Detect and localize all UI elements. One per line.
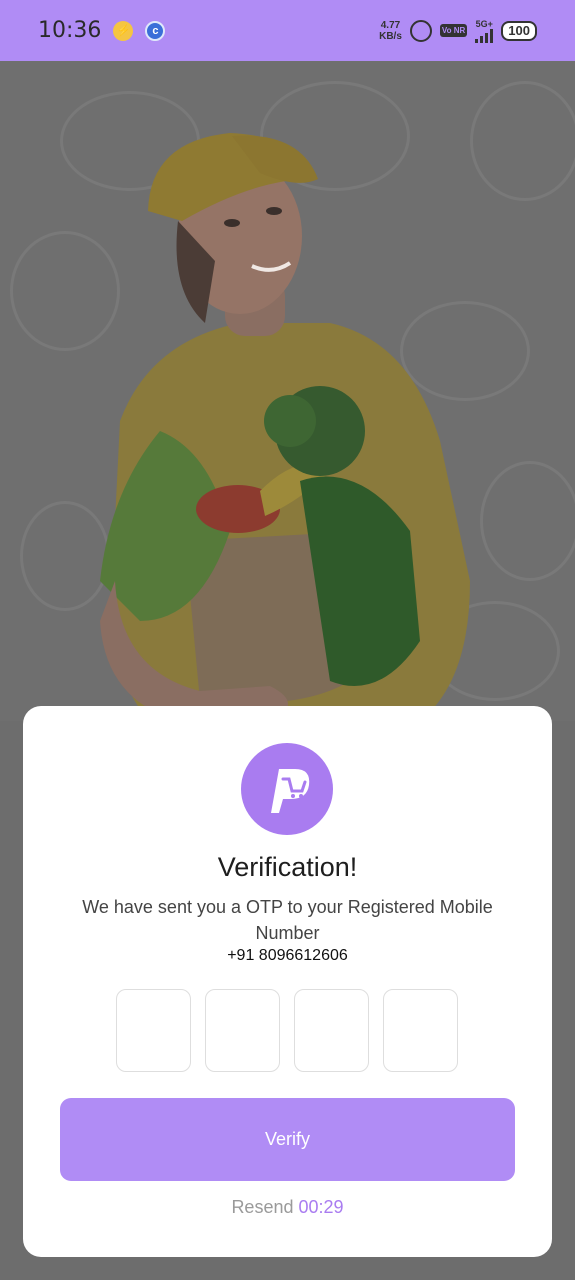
resend-timer: 00:29: [298, 1197, 344, 1217]
signal-bars-icon: [475, 28, 494, 43]
page-title: Verification!: [217, 852, 358, 882]
resend-link[interactable]: Resend: [231, 1197, 293, 1217]
delivery-person-illustration: [100, 133, 471, 721]
otp-digit-2[interactable]: [205, 989, 280, 1072]
signal-indicator: 5G+: [475, 18, 494, 43]
otp-digit-4[interactable]: [383, 989, 458, 1072]
otp-input-group: [116, 989, 458, 1072]
resend-row: Resend 00:29: [23, 1197, 552, 1218]
otp-sent-message: We have sent you a OTP to your Registere…: [82, 897, 493, 943]
otp-digit-3[interactable]: [294, 989, 369, 1072]
network-speed-unit: KB/s: [379, 30, 402, 42]
app-logo: [241, 743, 333, 835]
alarm-icon: [409, 19, 432, 42]
status-time: 10:36: [38, 18, 102, 43]
app-notification-icon: c: [145, 20, 166, 41]
phone-number: +91 8096612606: [227, 947, 348, 964]
hero-image: [0, 61, 575, 721]
verification-card: Verification! We have sent you a OTP to …: [23, 706, 552, 1257]
status-right: 4.77 KB/s Vo NR 5G+ 100: [379, 19, 537, 43]
status-bar: 10:36 ⚡ c 4.77 KB/s Vo NR 5G+ 100: [0, 0, 575, 61]
network-type: 5G+: [475, 18, 493, 29]
verify-button[interactable]: Verify: [60, 1098, 515, 1181]
cart-logo-icon: [271, 769, 310, 813]
volte-badge: Vo NR: [439, 24, 468, 37]
status-left: 10:36 ⚡ c: [38, 18, 166, 43]
otp-digit-1[interactable]: [116, 989, 191, 1072]
lightning-app-icon: ⚡: [113, 20, 134, 41]
battery-indicator: 100: [501, 20, 537, 41]
network-speed: 4.77 KB/s: [379, 20, 402, 42]
network-speed-value: 4.77: [380, 19, 401, 31]
